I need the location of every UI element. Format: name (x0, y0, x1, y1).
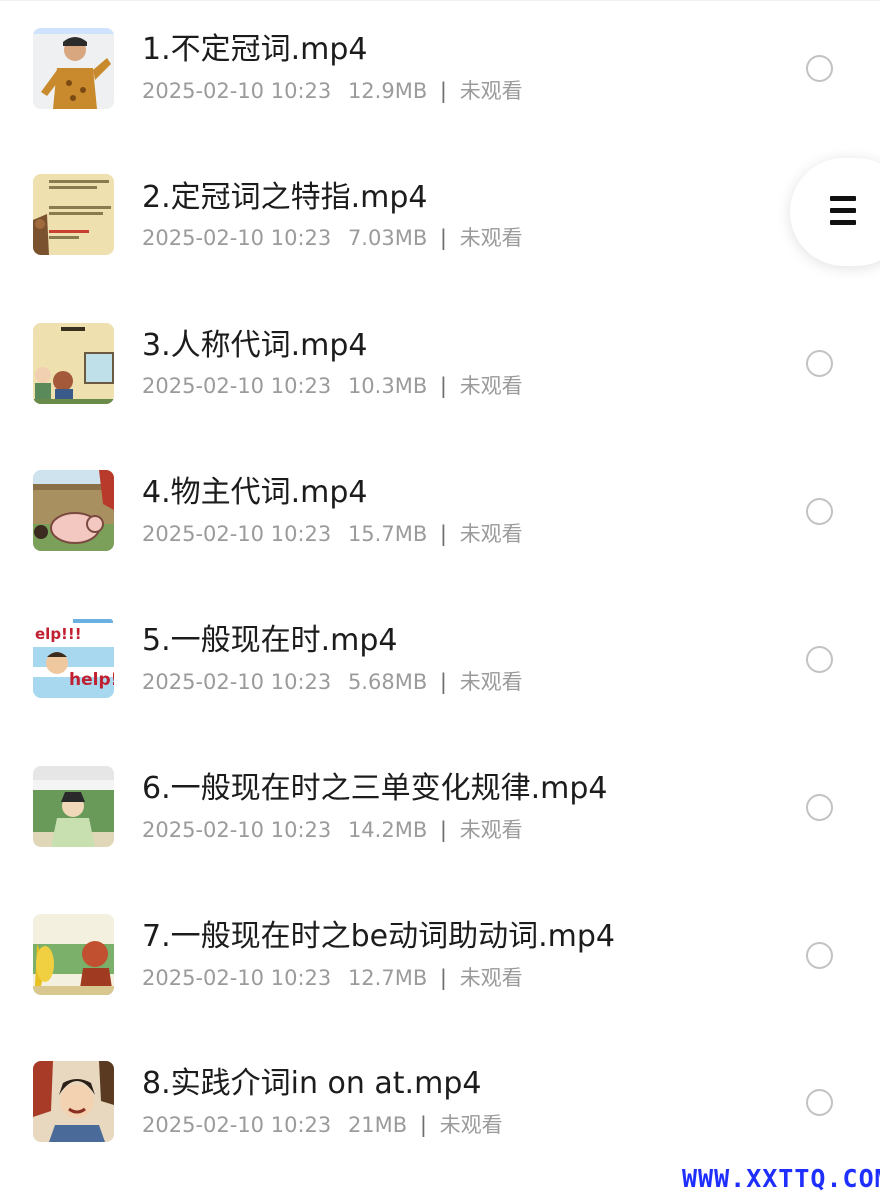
select-radio[interactable] (806, 794, 833, 821)
file-title: 5.一般现在时.mp4 (142, 623, 398, 658)
file-meta: 2025-02-10 10:23 7.03MB | 未观看 (142, 225, 523, 251)
list-item[interactable]: 4.物主代词.mp4 2025-02-10 10:23 15.7MB | 未观看 (0, 444, 880, 592)
file-date: 2025-02-10 10:23 (142, 79, 332, 103)
file-size: 10.3MB (347, 374, 428, 398)
file-size: 21MB (347, 1113, 408, 1137)
select-radio[interactable] (806, 55, 833, 82)
file-title: 7.一般现在时之be动词助动词.mp4 (142, 919, 616, 954)
file-meta: 2025-02-10 10:23 14.2MB | 未观看 (142, 817, 523, 843)
video-thumbnail (33, 470, 114, 551)
list-item[interactable]: 3.人称代词.mp4 2025-02-10 10:23 10.3MB | 未观看 (0, 296, 880, 444)
list-item[interactable]: 6.一般现在时之三单变化规律.mp4 2025-02-10 10:23 14.2… (0, 740, 880, 888)
select-radio[interactable] (806, 646, 833, 673)
meta-separator: | (439, 818, 447, 842)
file-title: 8.实践介词in on at.mp4 (142, 1066, 482, 1101)
meta-separator: | (439, 522, 447, 546)
file-meta: 2025-02-10 10:23 10.3MB | 未观看 (142, 373, 523, 399)
select-radio[interactable] (806, 942, 833, 969)
file-title: 3.人称代词.mp4 (142, 328, 368, 363)
meta-separator: | (439, 79, 447, 103)
file-size: 12.9MB (347, 79, 428, 103)
watermark-text: WWW.XXTTQ.COM (682, 1164, 880, 1193)
watch-status: 未观看 (459, 226, 523, 250)
file-date: 2025-02-10 10:23 (142, 374, 332, 398)
select-radio[interactable] (806, 498, 833, 525)
video-thumbnail (33, 323, 114, 404)
file-title: 1.不定冠词.mp4 (142, 32, 368, 67)
file-date: 2025-02-10 10:23 (142, 966, 332, 990)
meta-separator: | (439, 670, 447, 694)
file-title: 6.一般现在时之三单变化规律.mp4 (142, 771, 608, 806)
video-thumbnail (33, 914, 114, 995)
list-item[interactable]: 8.实践介词in on at.mp4 2025-02-10 10:23 21MB… (0, 1036, 880, 1184)
watch-status: 未观看 (439, 1113, 503, 1137)
video-thumbnail: elp!!! help! (33, 617, 114, 698)
select-radio[interactable] (806, 350, 833, 377)
file-size: 7.03MB (347, 226, 428, 250)
watch-status: 未观看 (459, 79, 523, 103)
file-size: 12.7MB (347, 966, 428, 990)
file-date: 2025-02-10 10:23 (142, 226, 332, 250)
list-item[interactable]: 1.不定冠词.mp4 2025-02-10 10:23 12.9MB | 未观看 (0, 0, 880, 148)
file-size: 14.2MB (347, 818, 428, 842)
hamburger-menu-icon (830, 196, 856, 226)
watch-status: 未观看 (459, 670, 523, 694)
watch-status: 未观看 (459, 374, 523, 398)
file-date: 2025-02-10 10:23 (142, 818, 332, 842)
video-thumbnail (33, 766, 114, 847)
meta-separator: | (439, 226, 447, 250)
file-meta: 2025-02-10 10:23 5.68MB | 未观看 (142, 669, 523, 695)
file-size: 5.68MB (347, 670, 428, 694)
file-title: 4.物主代词.mp4 (142, 475, 368, 510)
watch-status: 未观看 (459, 966, 523, 990)
file-date: 2025-02-10 10:23 (142, 670, 332, 694)
list-item[interactable]: 7.一般现在时之be动词助动词.mp4 2025-02-10 10:23 12.… (0, 888, 880, 1036)
file-list-screen: 1.不定冠词.mp4 2025-02-10 10:23 12.9MB | 未观看 (0, 0, 880, 1200)
file-meta: 2025-02-10 10:23 12.7MB | 未观看 (142, 965, 523, 991)
watch-status: 未观看 (459, 522, 523, 546)
meta-separator: | (439, 374, 447, 398)
select-radio[interactable] (806, 1089, 833, 1116)
svg-text:help!: help! (69, 670, 114, 690)
file-meta: 2025-02-10 10:23 12.9MB | 未观看 (142, 78, 523, 104)
video-thumbnail (33, 1061, 114, 1142)
meta-separator: | (419, 1113, 427, 1137)
svg-text:elp!!!: elp!!! (35, 625, 82, 643)
list-item[interactable]: elp!!! help! 5.一般现在时.mp4 2025-02-10 10:2… (0, 592, 880, 740)
video-thumbnail (33, 174, 114, 255)
file-date: 2025-02-10 10:23 (142, 1113, 332, 1137)
file-size: 15.7MB (347, 522, 428, 546)
file-title: 2.定冠词之特指.mp4 (142, 180, 428, 215)
meta-separator: | (439, 966, 447, 990)
watch-status: 未观看 (459, 818, 523, 842)
list-item[interactable]: 2.定冠词之特指.mp4 2025-02-10 10:23 7.03MB | 未… (0, 148, 880, 296)
file-meta: 2025-02-10 10:23 15.7MB | 未观看 (142, 521, 523, 547)
file-date: 2025-02-10 10:23 (142, 522, 332, 546)
video-thumbnail (33, 28, 114, 109)
file-meta: 2025-02-10 10:23 21MB | 未观看 (142, 1112, 503, 1138)
